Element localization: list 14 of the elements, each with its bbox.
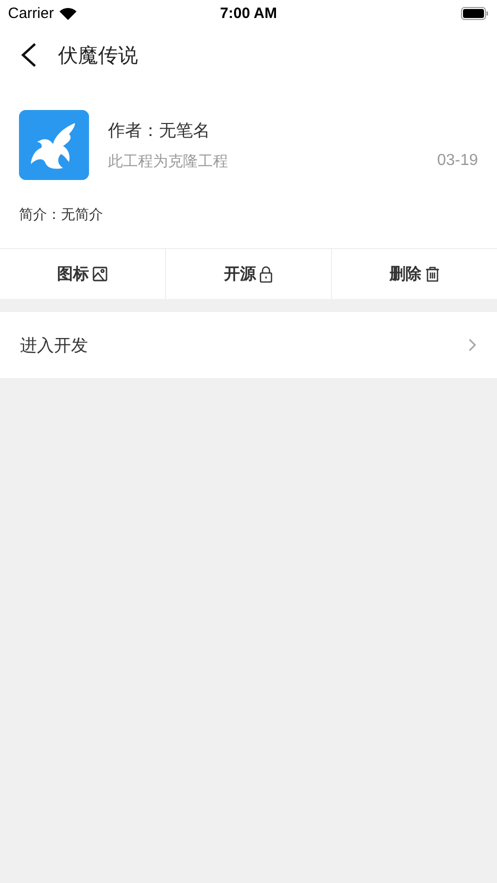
project-date: 03-19 bbox=[437, 152, 478, 171]
author-label: 作者：无笔名 bbox=[108, 120, 211, 142]
wifi-icon bbox=[58, 6, 77, 20]
battery-icon bbox=[461, 6, 489, 20]
clock-time: 7:00 AM bbox=[220, 4, 277, 22]
project-intro: 简介：无简介 bbox=[19, 207, 103, 223]
trash-icon bbox=[424, 266, 440, 282]
menu-row[interactable]: 进入开发 bbox=[0, 312, 497, 378]
image-icon bbox=[92, 266, 108, 282]
carrier-label: Carrier bbox=[8, 4, 54, 22]
project-note: 此工程为克隆工程 bbox=[108, 152, 228, 171]
page-title: 伏魔传说 bbox=[58, 42, 138, 68]
lock-icon bbox=[259, 266, 273, 282]
chevron-icon bbox=[468, 338, 477, 352]
